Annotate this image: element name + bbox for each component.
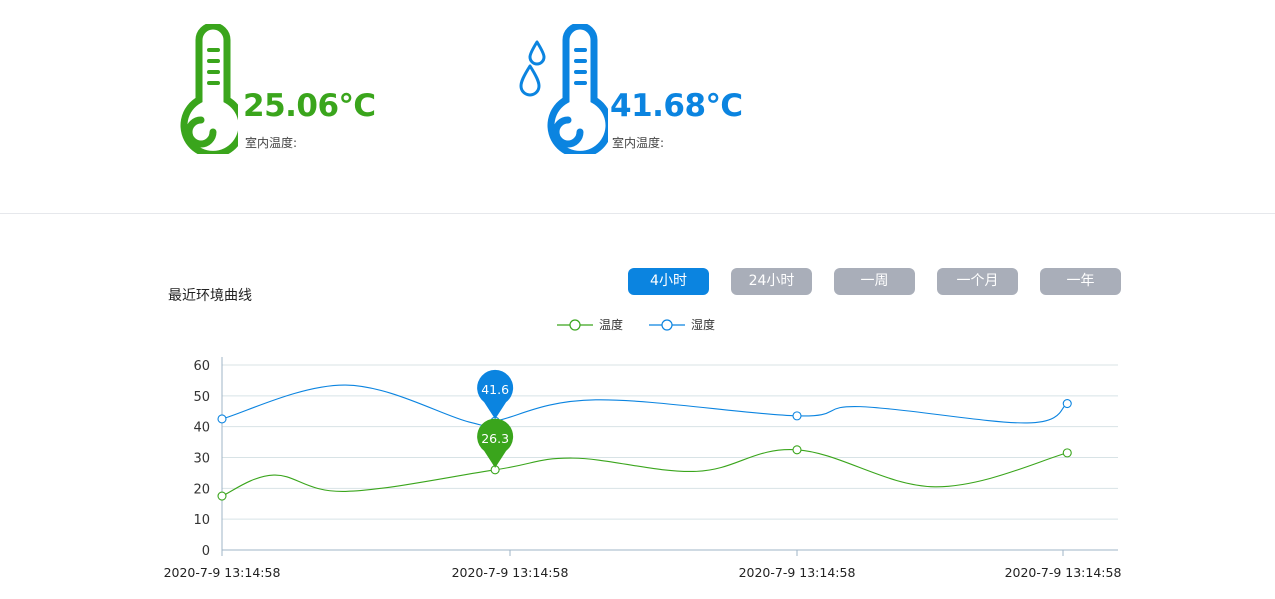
tooltip-value: 26.3	[481, 431, 509, 446]
x-tick-label: 2020-7-9 13:14:58	[452, 565, 569, 580]
y-tick-label: 40	[193, 421, 210, 436]
y-tick-label: 50	[193, 390, 210, 405]
x-tick-label: 2020-7-9 13:14:58	[164, 565, 281, 580]
y-tick-label: 60	[193, 359, 210, 374]
y-tick-label: 20	[193, 482, 210, 497]
y-tick-label: 0	[202, 544, 210, 559]
tooltip-value: 41.6	[481, 382, 509, 397]
series-line-temperature	[221, 449, 1068, 497]
data-point	[1062, 398, 1072, 409]
y-tick-label: 30	[193, 452, 210, 467]
data-point	[792, 411, 802, 421]
series-line-humidity	[221, 384, 1068, 427]
x-tick-label: 2020-7-9 13:14:58	[1005, 565, 1122, 580]
data-point	[217, 491, 227, 501]
data-point	[792, 445, 802, 455]
x-tick-label: 2020-7-9 13:14:58	[739, 565, 856, 580]
tooltip-pin-temperature: 26.3	[477, 418, 514, 468]
data-point	[217, 414, 227, 424]
y-tick-label: 10	[193, 513, 210, 528]
tooltip-pin-humidity: 41.6	[477, 369, 514, 420]
data-point	[1062, 448, 1072, 458]
environment-line-chart: 0 10 20 30 40 50 60 2020-7-9 13:14:58 2020-7-9 1…	[164, 357, 1122, 580]
